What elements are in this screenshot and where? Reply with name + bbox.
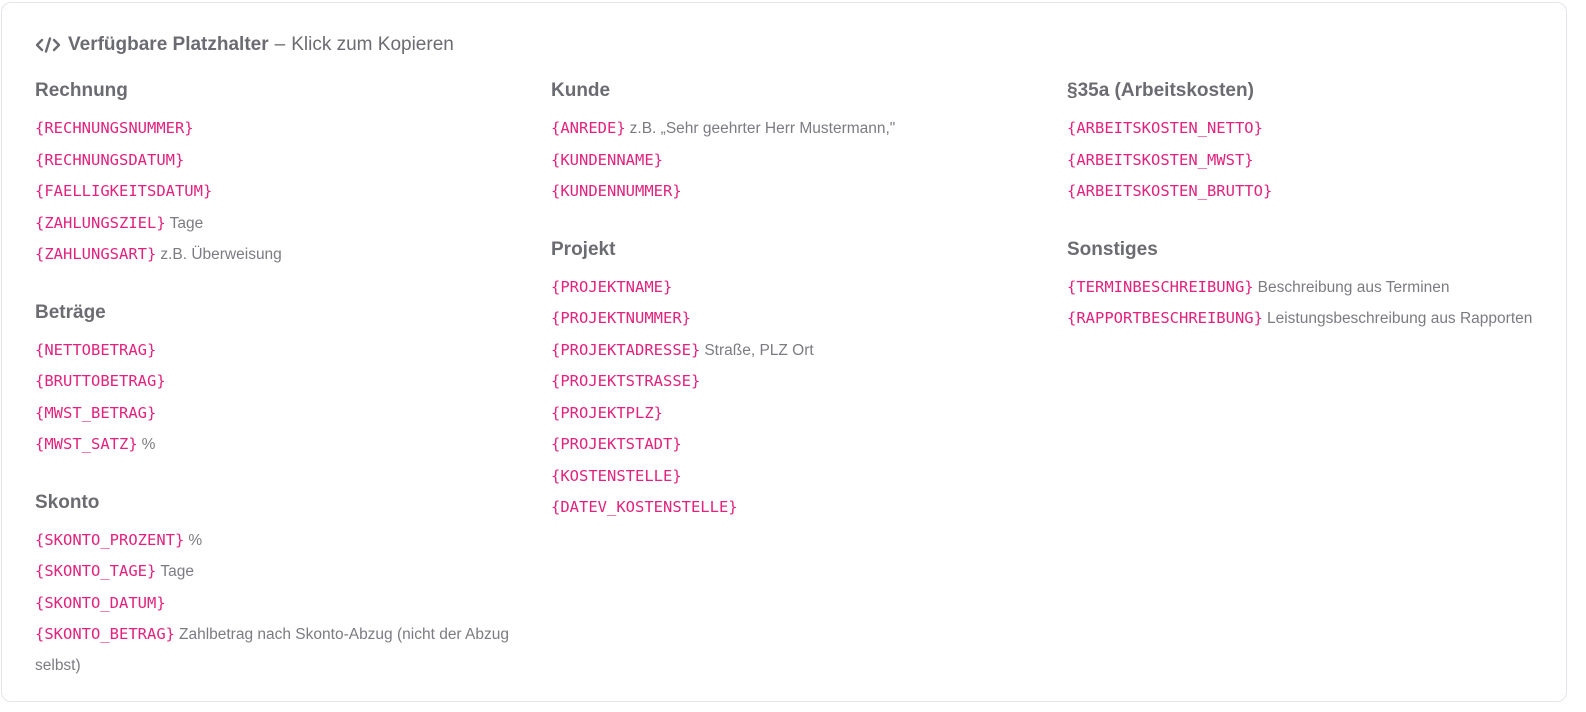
placeholder-code[interactable]: {RECHNUNGSNUMMER} [35,119,194,137]
placeholder-item: {RECHNUNGSNUMMER} [35,113,515,145]
placeholder-code[interactable]: {ZAHLUNGSART} [35,245,156,263]
placeholder-code[interactable]: {PROJEKTPLZ} [551,404,663,422]
placeholder-code[interactable]: {KUNDENNUMMER} [551,182,682,200]
placeholder-code[interactable]: {BRUTTOBETRAG} [35,372,166,390]
title-separator: – [274,34,286,55]
placeholder-code[interactable]: {DATEV_KOSTENSTELLE} [551,498,738,516]
placeholder-code[interactable]: {SKONTO_PROZENT} [35,531,184,549]
placeholder-item: {SKONTO_PROZENT}% [35,525,515,557]
section-title: §35a (Arbeitskosten) [1067,80,1254,101]
placeholder-code[interactable]: {SKONTO_TAGE} [35,562,156,580]
placeholder-code[interactable]: {PROJEKTSTADT} [551,435,682,453]
placeholder-item: {ZAHLUNGSZIEL} Tage [35,208,515,240]
code-icon [35,37,61,53]
placeholder-item: {FAELLIGKEITSDATUM} [35,176,515,208]
placeholder-item: {DATEV_KOSTENSTELLE} [551,492,1031,524]
placeholder-item: {MWST_SATZ}% [35,429,515,461]
placeholder-description: % [141,436,156,453]
placeholder-description: z.B. „Sehr geehrter Herr Mustermann," [629,120,896,137]
placeholder-item: {ZAHLUNGSART} z.B. Überweisung [35,239,515,271]
placeholder-code[interactable]: {ANREDE} [551,119,626,137]
placeholder-item: {RAPPORTBESCHREIBUNG} Leistungsbeschreibu… [1067,303,1537,335]
placeholder-description: Tage [160,563,194,580]
placeholder-description: Leistungsbeschreibung aus Rapporten [1266,310,1533,327]
placeholder-code[interactable]: {ARBEITSKOSTEN_MWST} [1067,151,1254,169]
placeholder-item: {MWST_BETRAG} [35,398,515,430]
placeholder-item: {BRUTTOBETRAG} [35,366,515,398]
placeholder-item: {ARBEITSKOSTEN_BRUTTO} [1067,176,1537,208]
placeholder-code[interactable]: {MWST_SATZ} [35,435,138,453]
section-title: Sonstiges [1067,238,1158,260]
placeholder-description: % [188,531,203,549]
placeholder-item: {ANREDE} z.B. „Sehr geehrter Herr Musterm… [551,113,1031,145]
placeholder-item: {KUNDENNAME} [551,145,1031,177]
placeholder-code[interactable]: {KOSTENSTELLE} [551,467,682,485]
placeholder-item: {KOSTENSTELLE} [551,461,1031,493]
placeholder-code[interactable]: {TERMINBESCHREIBUNG} [1067,278,1254,296]
placeholder-code[interactable]: {PROJEKTNUMMER} [551,309,691,327]
section-35a-arbeitskosten: §35a (Arbeitskosten) {ARBEITSKOSTEN_NETTO… [1067,78,1537,208]
placeholder-code[interactable]: {PROJEKTADRESSE} [551,341,700,359]
column-3: §35a (Arbeitskosten) {ARBEITSKOSTEN_NETTO… [1067,78,1537,364]
placeholder-item: {PROJEKTADRESSE} Straße, PLZ Ort [551,335,1031,367]
card-header: Verfügbare Platzhalter – Klick zum Kopie… [35,33,454,57]
placeholder-item: {PROJEKTNAME} [551,272,1031,304]
placeholder-item: {SKONTO_TAGE} Tage [35,556,515,588]
section-kunde: Kunde {ANREDE} z.B. „Sehr geehrter Herr Mu… [551,78,1031,208]
placeholder-item: {PROJEKTSTRASSE} [551,366,1031,398]
section-sonstiges: Sonstiges {TERMINBESCHREIBUNG} Beschreibun… [1067,237,1537,335]
placeholder-description: Straße, PLZ Ort [704,341,814,359]
section-rechnung: Rechnung {RECHNUNGSNUMMER} {RECHNUNGSDATUM… [35,78,515,271]
placeholder-code[interactable]: {RECHNUNGSDATUM} [35,151,184,169]
placeholder-item: {NETTOBETRAG} [35,335,515,367]
placeholder-card: Verfügbare Platzhalter – Klick zum Kopie… [1,2,1567,702]
placeholder-code[interactable]: {ARBEITSKOSTEN_NETTO} [1067,119,1263,137]
placeholder-code[interactable]: {NETTOBETRAG} [35,341,156,359]
placeholder-item: {RECHNUNGSDATUM} [35,145,515,177]
section-title: Beträge [35,301,106,323]
section-title: Rechnung [35,80,128,101]
placeholder-item: {SKONTO_BETRAG} Zahlbetrag nach Skonto-Ab… [35,619,515,681]
placeholder-item: {ARBEITSKOSTEN_NETTO} [1067,113,1537,145]
placeholder-code[interactable]: {MWST_BETRAG} [35,404,156,422]
placeholder-code[interactable]: {FAELLIGKEITSDATUM} [35,182,212,200]
placeholder-item: {SKONTO_DATUM} [35,588,515,620]
placeholder-description: z.B. Überweisung [160,246,282,263]
placeholder-code[interactable]: {KUNDENNAME} [551,151,663,169]
placeholder-item: {ARBEITSKOSTEN_MWST} [1067,145,1537,177]
placeholder-item: {PROJEKTNUMMER} [551,303,1031,335]
column-2: Kunde {ANREDE} z.B. „Sehr geehrter Herr Mu… [551,78,1031,553]
placeholder-description: Beschreibung aus Terminen [1257,278,1450,296]
placeholder-code[interactable]: {ARBEITSKOSTEN_BRUTTO} [1067,182,1272,200]
column-1: Rechnung {RECHNUNGSNUMMER} {RECHNUNGSDATUM… [35,78,515,710]
placeholder-item: {PROJEKTSTADT} [551,429,1031,461]
section-skonto: Skonto {SKONTO_PROZENT}% {SKONTO_TAGE} Tage… [35,490,515,682]
placeholder-code[interactable]: {SKONTO_DATUM} [35,594,166,612]
section-title: Skonto [35,491,100,513]
card-subtitle: Klick zum Kopieren [291,34,454,55]
section-title: Projekt [551,238,616,260]
placeholder-code[interactable]: {PROJEKTSTRASSE} [551,372,700,390]
section-title: Kunde [551,80,611,101]
placeholder-code[interactable]: {PROJEKTNAME} [551,278,672,296]
section-projekt: Projekt {PROJEKTNAME} {PROJEKTNUMMER} {PROJ… [551,237,1031,524]
placeholder-item: {PROJEKTPLZ} [551,398,1031,430]
placeholder-code[interactable]: {ZAHLUNGSZIEL} [35,214,166,232]
placeholder-item: {TERMINBESCHREIBUNG} Beschreibung aus Ter… [1067,272,1537,304]
placeholder-code[interactable]: {SKONTO_BETRAG} [35,625,175,643]
placeholder-description: Tage [169,214,204,232]
placeholder-item: {KUNDENNUMMER} [551,176,1031,208]
section-betr-ge: Beträge {NETTOBETRAG} {BRUTTOBETRAG} {MWST_… [35,300,515,461]
card-title: Verfügbare Platzhalter [68,34,269,55]
placeholder-code[interactable]: {RAPPORTBESCHREIBUNG} [1067,309,1263,327]
